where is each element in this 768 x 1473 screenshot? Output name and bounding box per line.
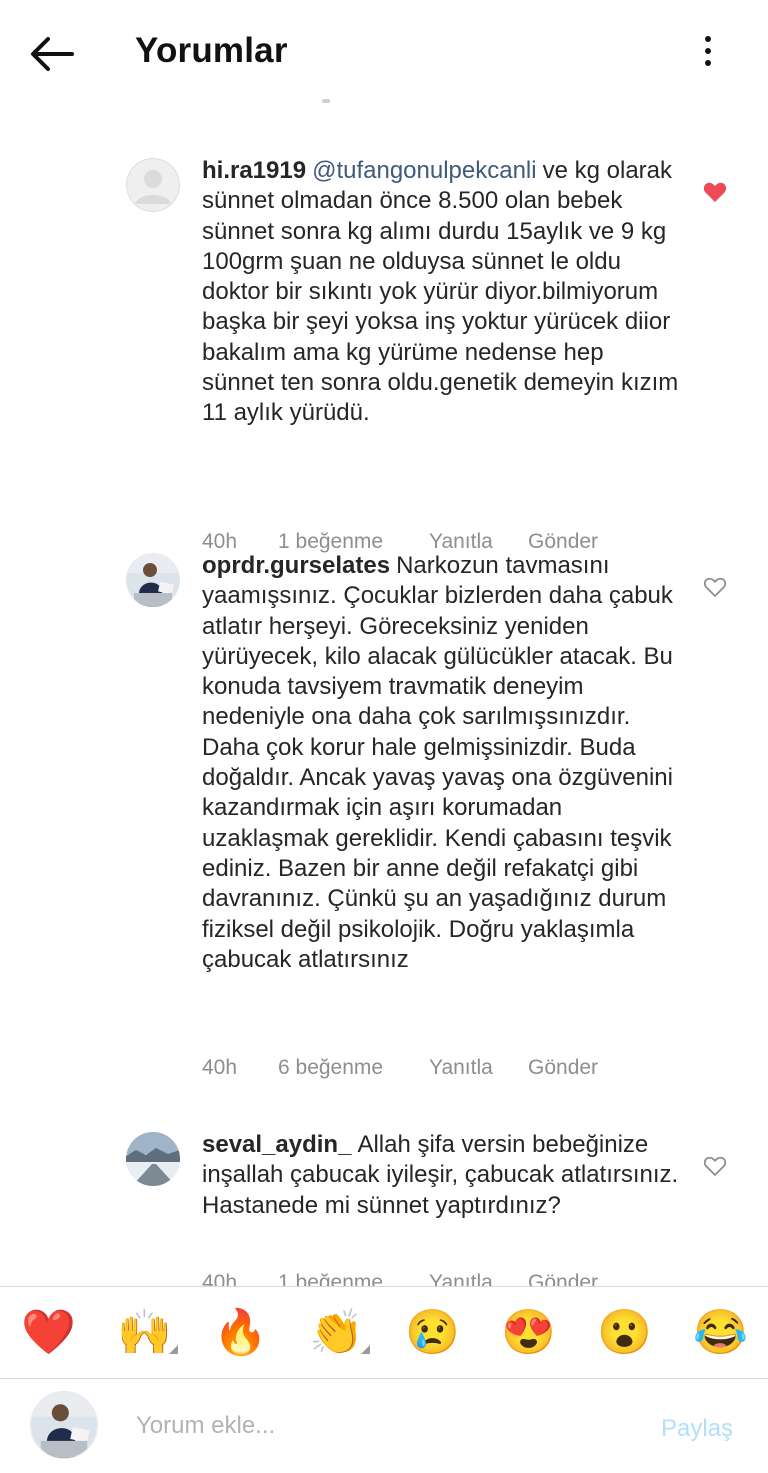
scroll-fragment: [322, 99, 330, 103]
comment-input-bar: Yorum ekle... Paylaş: [0, 1378, 768, 1473]
comment-mention[interactable]: @tufangonulpekcanli: [312, 157, 537, 184]
reaction-heart-eyes[interactable]: 😍: [501, 1307, 556, 1359]
reaction-heart[interactable]: ❤️: [21, 1307, 76, 1359]
comment-input[interactable]: Yorum ekle...: [136, 1412, 275, 1440]
comment-text: seval_aydin_ Allah şifa versin bebeğinize…: [202, 1130, 682, 1221]
avatar[interactable]: [126, 553, 180, 607]
corner-indicator-icon: [361, 1345, 370, 1354]
back-arrow-icon[interactable]: [26, 30, 78, 78]
avatar[interactable]: [126, 158, 180, 212]
comments-list[interactable]: hi.ra1919 @tufangonulpekcanli ve kg olarak…: [0, 104, 768, 1286]
reaction-tears-of-joy[interactable]: 😂: [693, 1307, 748, 1359]
send-button[interactable]: Gönder: [528, 1271, 598, 1286]
page-title: Yorumlar: [135, 31, 288, 70]
send-button[interactable]: Gönder: [528, 1056, 598, 1080]
heart-outline-icon[interactable]: [703, 576, 727, 598]
comment-text: oprdr.gurselates Narkozun tavmasını yaamı…: [202, 551, 682, 975]
comment-username[interactable]: oprdr.gurselates: [202, 552, 390, 579]
heart-outline-icon[interactable]: [703, 1155, 727, 1177]
reaction-surprised[interactable]: 😮: [597, 1307, 652, 1359]
reaction-fire[interactable]: 🔥: [213, 1307, 268, 1359]
comment-time: 40h: [202, 1271, 238, 1286]
comment-likes[interactable]: 1 beğenme: [278, 1271, 383, 1286]
avatar[interactable]: [126, 1132, 180, 1186]
comment-body: ve kg olarak sünnet olmadan önce 8.500 o…: [202, 157, 679, 427]
reply-button[interactable]: Yanıtla: [429, 1271, 493, 1286]
comment-username[interactable]: seval_aydin_: [202, 1131, 351, 1158]
reaction-clap[interactable]: 👏: [309, 1307, 364, 1359]
more-options-icon[interactable]: [694, 36, 722, 72]
avatar: [30, 1391, 98, 1459]
reaction-raised-hands[interactable]: 🙌: [117, 1307, 172, 1359]
comment-text: hi.ra1919 @tufangonulpekcanli ve kg olarak…: [202, 156, 682, 429]
reply-button[interactable]: Yanıtla: [429, 1056, 493, 1080]
corner-indicator-icon: [169, 1345, 178, 1354]
comment-likes[interactable]: 6 beğenme: [278, 1056, 383, 1080]
comment-username[interactable]: hi.ra1919: [202, 157, 306, 184]
heart-icon[interactable]: [703, 181, 727, 203]
comment-body: Narkozun tavmasını yaamışsınız. Çocuklar…: [202, 552, 673, 973]
quick-reactions-bar: ❤️ 🙌 🔥 👏 😢 😍 😮 😂: [0, 1286, 768, 1379]
top-bar: Yorumlar: [0, 0, 768, 104]
share-button[interactable]: Paylaş: [661, 1415, 733, 1443]
comment-time: 40h: [202, 1056, 238, 1079]
reaction-crying[interactable]: 😢: [405, 1307, 460, 1359]
